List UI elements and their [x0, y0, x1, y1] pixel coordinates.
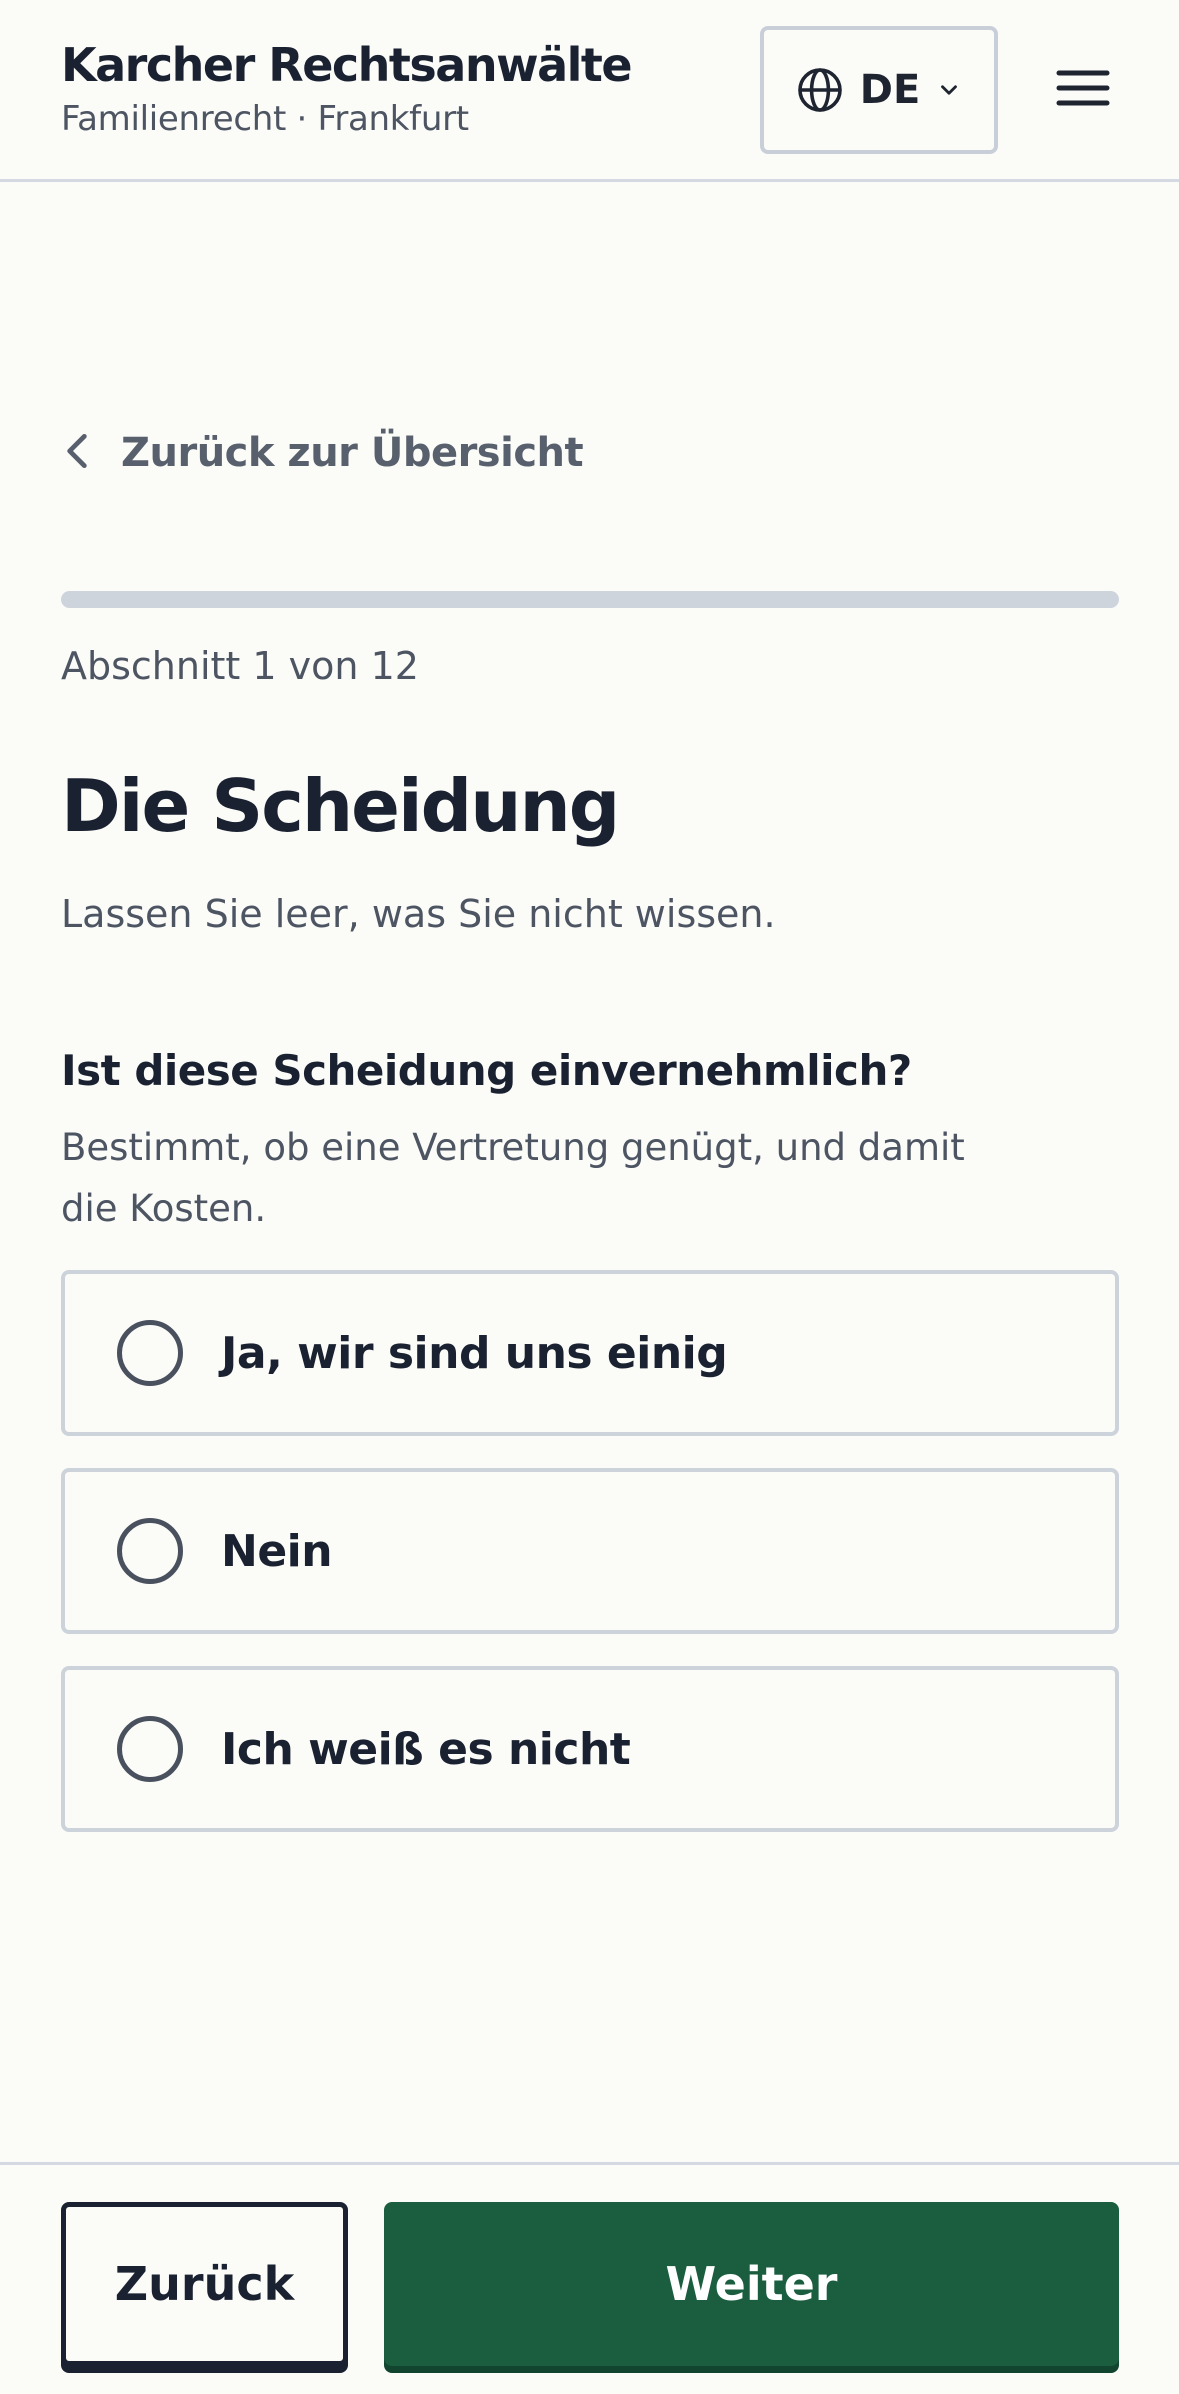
- chevron-left-icon: [61, 429, 93, 477]
- question-label: Ist diese Scheidung einvernehmlich?: [61, 1046, 912, 1095]
- option-label: Ja, wir sind uns einig: [221, 1327, 728, 1379]
- page: Karcher Rechtsanwälte Familienrecht · Fr…: [0, 0, 1179, 2394]
- globe-icon: [796, 66, 844, 114]
- option-label: Ich weiß es nicht: [221, 1723, 631, 1775]
- menu-button[interactable]: [1050, 62, 1116, 118]
- section-intro: Lassen Sie leer, was Sie nicht wissen.: [61, 892, 776, 936]
- option-no[interactable]: Nein: [61, 1468, 1119, 1634]
- back-to-overview-link[interactable]: Zurück zur Übersicht: [61, 420, 584, 486]
- radio-circle-icon: [117, 1320, 183, 1386]
- radio-circle-icon: [117, 1518, 183, 1584]
- brand-subtitle: Familienrecht · Frankfurt: [61, 99, 469, 139]
- back-button[interactable]: Zurück: [61, 2202, 348, 2366]
- language-selector-button[interactable]: DE: [760, 26, 998, 154]
- question-hint: Bestimmt, ob eine Vertretung genügt, und…: [61, 1126, 965, 1230]
- option-yes-agreed[interactable]: Ja, wir sind uns einig: [61, 1270, 1119, 1436]
- language-code: DE: [859, 67, 921, 113]
- chevron-down-icon: [936, 77, 962, 103]
- hamburger-menu-icon: [1056, 68, 1110, 112]
- progress-bar: [61, 591, 1119, 608]
- next-button[interactable]: Weiter: [384, 2202, 1119, 2366]
- page-title: Die Scheidung: [61, 764, 620, 848]
- brand-name: Karcher Rechtsanwälte: [61, 38, 633, 92]
- back-link-label: Zurück zur Übersicht: [121, 430, 584, 476]
- option-dont-know[interactable]: Ich weiß es nicht: [61, 1666, 1119, 1832]
- radio-circle-icon: [117, 1716, 183, 1782]
- option-label: Nein: [221, 1525, 333, 1577]
- app-header: Karcher Rechtsanwälte Familienrecht · Fr…: [0, 0, 1179, 182]
- section-counter: Abschnitt 1 von 12: [61, 644, 419, 688]
